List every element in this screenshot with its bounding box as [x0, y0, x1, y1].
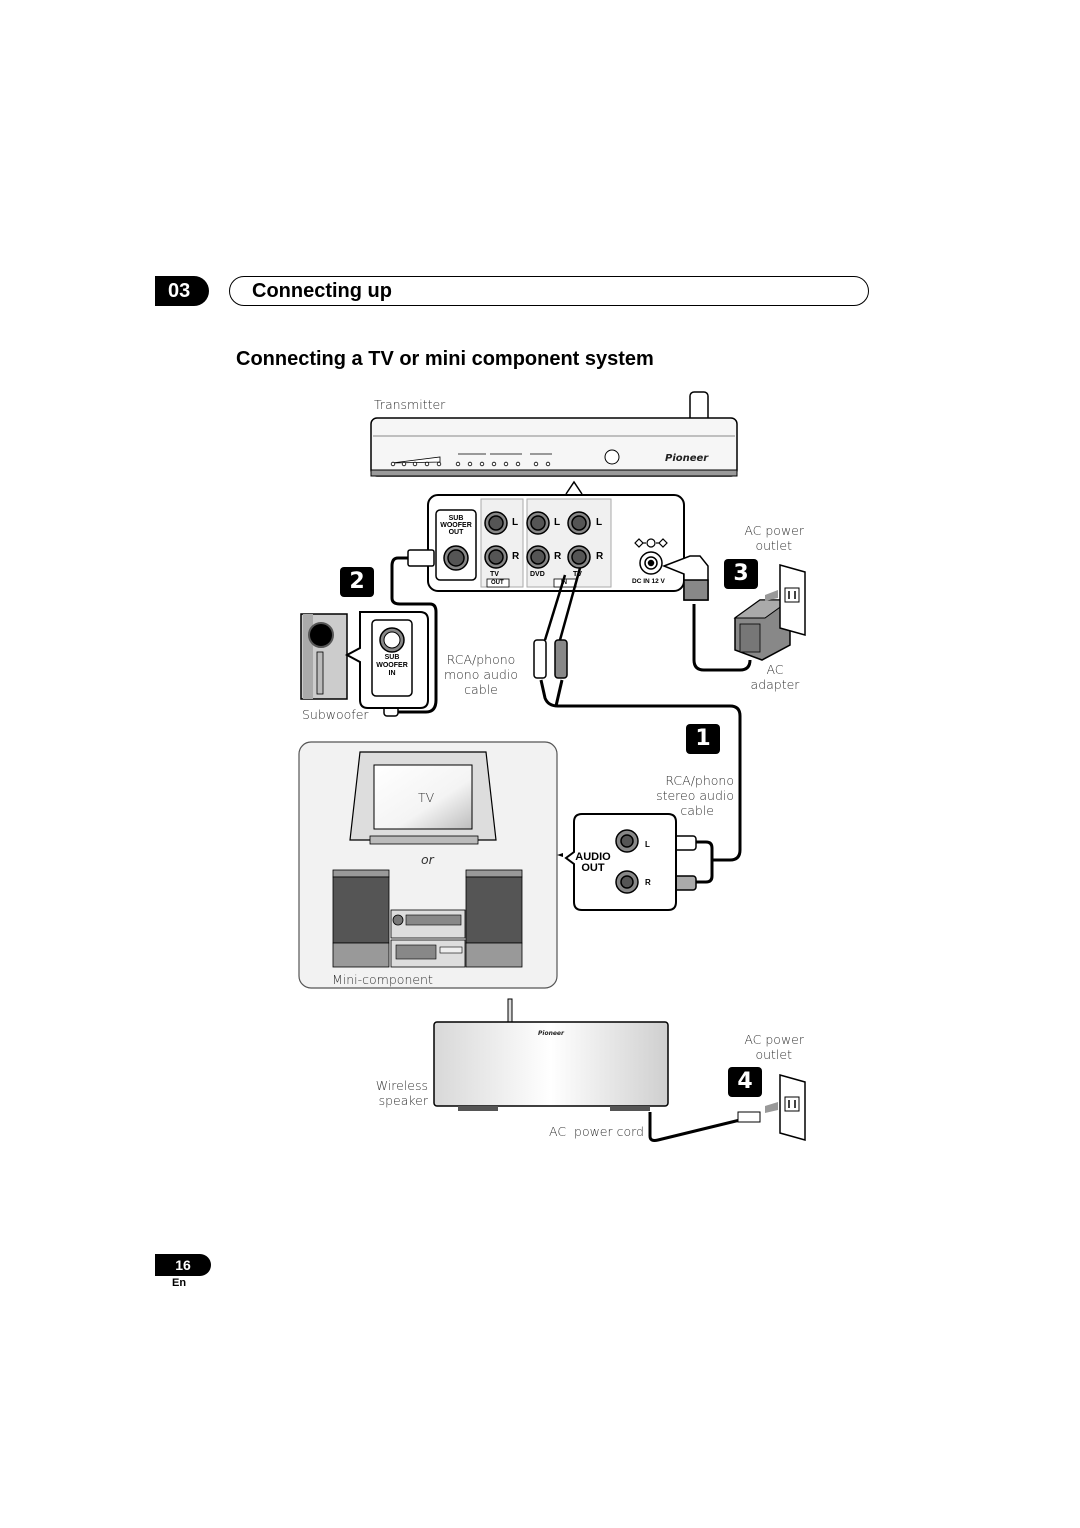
dvd-in-label: DVD	[530, 571, 545, 578]
jack-label-l: L	[554, 517, 561, 528]
or-label: or	[421, 852, 434, 867]
jack-tv-out-r	[484, 545, 508, 569]
audio-out-label: AUDIO OUT	[575, 851, 611, 874]
jack-label-l: L	[512, 517, 519, 528]
jack-dvd-r	[526, 545, 550, 569]
ac-power-outlet-label-1: AC power outlet	[744, 523, 804, 553]
sub-out-plug	[407, 549, 435, 567]
tv-in-label: TV	[573, 571, 582, 578]
tv-label: TV	[418, 790, 435, 805]
wireless-speaker: Pioneer	[433, 998, 669, 1111]
rca-plug-red	[554, 639, 568, 679]
step-2-badge: 2	[340, 567, 374, 597]
transmitter-rear-panel	[427, 494, 685, 592]
ac-adapter-label: AC adapter	[750, 662, 800, 692]
ac-power-cord-label: AC power cord	[549, 1124, 644, 1139]
ac-power-outlet-label-2: AC power outlet	[744, 1032, 804, 1062]
transmitter-label: Transmitter	[374, 397, 446, 412]
jack-tv-in-r	[567, 545, 591, 569]
connection-diagram: Pioneer Pioneer	[298, 391, 806, 1142]
out-label: OUT	[491, 580, 504, 586]
rca-stereo-cable-label: RCA/phono stereo audio cable	[656, 773, 734, 818]
jack-label-r: R	[512, 551, 520, 562]
power-cord	[648, 1112, 741, 1142]
jack-dvd-l	[526, 511, 550, 535]
subwoofer-label: Subwoofer	[302, 707, 369, 722]
sub-woofer-in-label: SUB WOOFER IN	[376, 654, 408, 677]
tv-out-label: TV	[490, 571, 499, 578]
jack-label-l: L	[596, 517, 603, 528]
in-label: IN	[561, 580, 567, 586]
mini-component-label: Mini-component	[332, 972, 433, 987]
page-language: En	[172, 1277, 187, 1289]
sub-woofer-out-label: SUB WOOFER OUT	[440, 515, 472, 536]
audio-out-l-label: L	[645, 840, 650, 849]
rca-mono-cable-label: RCA/phono mono audio cable	[443, 652, 518, 697]
page-number: 16	[155, 1254, 211, 1276]
dc-in-jack	[639, 551, 663, 575]
jack-label-r: R	[596, 551, 604, 562]
jack-tv-in-l	[567, 511, 591, 535]
polarity-symbol-icon	[634, 538, 668, 548]
jack-label-r: R	[554, 551, 562, 562]
power-button	[604, 449, 620, 465]
rca-plug-white	[533, 639, 547, 679]
step-4-badge: 4	[728, 1067, 762, 1097]
step-3-badge: 3	[724, 559, 758, 589]
jack-tv-out-l	[484, 511, 508, 535]
dc-in-label: DC IN 12 V	[632, 578, 665, 585]
wireless-speaker-label: Wireless speaker	[375, 1078, 428, 1108]
jack-sub-woofer-out	[443, 545, 469, 571]
step-1-badge: 1	[686, 724, 720, 754]
audio-out-r-label: R	[645, 878, 651, 887]
speaker-brand-logo: Pioneer	[538, 1030, 565, 1037]
transmitter-brand-logo: Pioneer	[665, 453, 709, 464]
